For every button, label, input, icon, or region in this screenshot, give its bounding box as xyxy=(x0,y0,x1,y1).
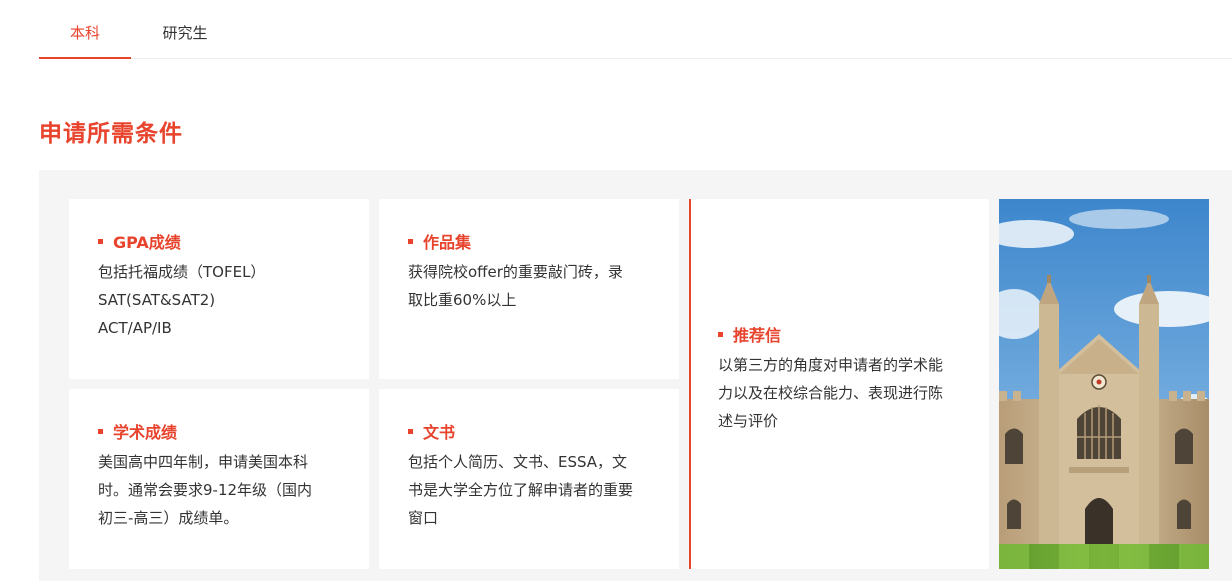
tab-graduate[interactable]: 研究生 xyxy=(157,0,213,58)
requirements-panel: GPA成绩 包括托福成绩（TOFEL） SAT(SAT&SAT2) ACT/AP… xyxy=(39,170,1232,581)
card-line: ACT/AP/IB xyxy=(98,319,172,337)
card-description: 以第三方的角度对申请者的学术能 力以及在校综合能力、表现进行陈 述与评价 xyxy=(718,351,968,435)
card-description: 美国高中四年制，申请美国本科 时。通常会要求9-12年级（国内 初三-高三）成绩… xyxy=(98,448,348,532)
square-bullet-icon xyxy=(408,238,413,244)
card-line: 书是大学全方位了解申请者的重要 xyxy=(408,481,634,499)
square-bullet-icon xyxy=(98,238,103,244)
card-line: 取比重60%以上 xyxy=(408,291,517,309)
card-essay: 文书 包括个人简历、文书、ESSA，文 书是大学全方位了解申请者的重要 窗口 xyxy=(379,389,679,569)
square-bullet-icon xyxy=(718,331,723,337)
card-line: 获得院校offer的重要敲门砖，录 xyxy=(408,263,623,281)
card-title-text: 作品集 xyxy=(423,233,472,252)
card-recommendation: 推荐信 以第三方的角度对申请者的学术能 力以及在校综合能力、表现进行陈 述与评价 xyxy=(689,199,989,569)
card-title-text: 推荐信 xyxy=(733,326,782,345)
card-line: SAT(SAT&SAT2) xyxy=(98,291,216,309)
card-gpa: GPA成绩 包括托福成绩（TOFEL） SAT(SAT&SAT2) ACT/AP… xyxy=(69,199,369,379)
card-line: 包括个人简历、文书、ESSA，文 xyxy=(408,453,628,471)
card-academic: 学术成绩 美国高中四年制，申请美国本科 时。通常会要求9-12年级（国内 初三-… xyxy=(69,389,369,569)
card-line: 窗口 xyxy=(408,509,439,527)
card-title: 文书 xyxy=(408,419,455,443)
square-bullet-icon xyxy=(408,428,413,434)
card-description: 获得院校offer的重要敲门砖，录 取比重60%以上 xyxy=(408,258,658,314)
card-line: 包括托福成绩（TOFEL） xyxy=(98,263,266,281)
card-line: 述与评价 xyxy=(718,412,779,430)
tab-bar: 本科 研究生 xyxy=(39,0,1232,59)
card-title: GPA成绩 xyxy=(98,229,181,253)
card-title: 作品集 xyxy=(408,229,471,253)
card-title: 学术成绩 xyxy=(98,419,177,443)
section-title: 申请所需条件 xyxy=(39,121,183,147)
tab-undergraduate[interactable]: 本科 xyxy=(39,0,131,59)
college-building-photo xyxy=(999,199,1209,569)
square-bullet-icon xyxy=(98,428,103,434)
card-title-text: 学术成绩 xyxy=(113,423,178,442)
card-description: 包括托福成绩（TOFEL） SAT(SAT&SAT2) ACT/AP/IB xyxy=(98,258,348,342)
card-line: 时。通常会要求9-12年级（国内 xyxy=(98,481,313,499)
card-line: 美国高中四年制，申请美国本科 xyxy=(98,453,309,471)
card-line: 力以及在校综合能力、表现进行陈 xyxy=(718,384,944,402)
card-portfolio: 作品集 获得院校offer的重要敲门砖，录 取比重60%以上 xyxy=(379,199,679,379)
card-line: 初三-高三）成绩单。 xyxy=(98,509,239,527)
card-title-text: GPA成绩 xyxy=(113,233,181,252)
card-title: 推荐信 xyxy=(718,322,781,346)
card-line: 以第三方的角度对申请者的学术能 xyxy=(718,356,944,374)
card-description: 包括个人简历、文书、ESSA，文 书是大学全方位了解申请者的重要 窗口 xyxy=(408,448,658,532)
card-title-text: 文书 xyxy=(423,423,456,442)
